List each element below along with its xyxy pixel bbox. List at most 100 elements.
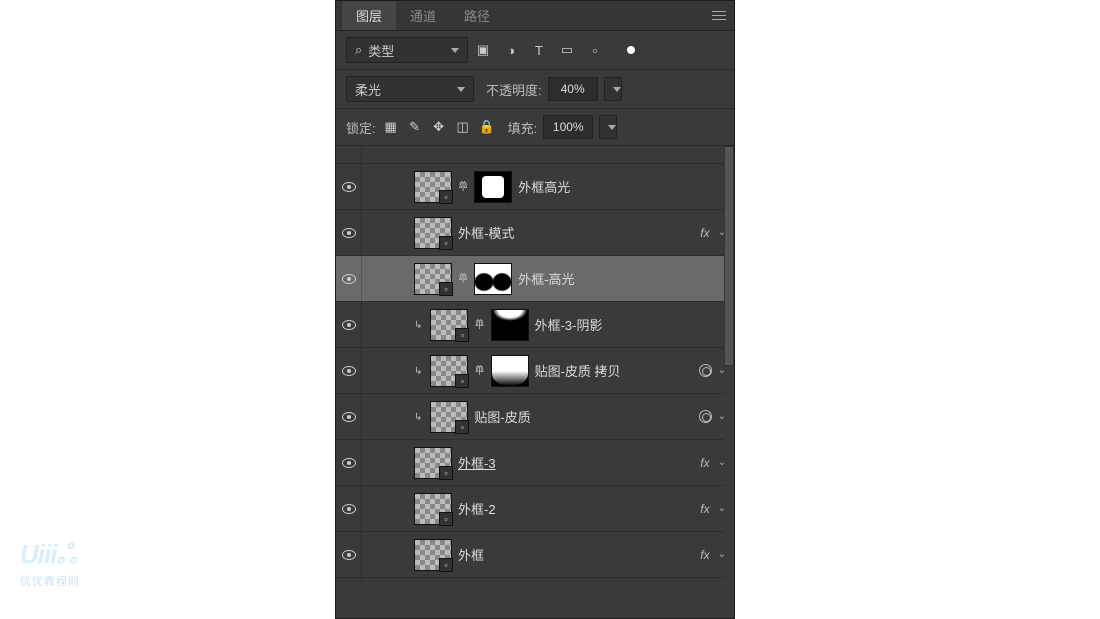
fx-badge[interactable]: fx: [700, 226, 709, 240]
search-icon: ⌕: [355, 42, 362, 58]
smart-filter-icon[interactable]: [699, 410, 712, 423]
smart-object-badge-icon: ▫: [439, 190, 453, 204]
chevron-down-icon: [451, 48, 459, 53]
filter-row: ⌕ 类型 ▣ ◑ T ▭ ▫: [336, 31, 734, 70]
filter-type-icon[interactable]: T: [530, 41, 548, 59]
filter-smart-icon[interactable]: ▫: [586, 41, 604, 59]
visibility-toggle[interactable]: [336, 256, 362, 301]
layer-thumbnail[interactable]: ▫: [430, 355, 468, 387]
smart-object-badge-icon: ▫: [439, 236, 453, 250]
layers-list: ▫𐄷外框高光▫外框-模式fx⌄▫𐄷外框-高光↳▫𐄷外框-3-阴影↳▫𐄷贴图-皮质…: [336, 146, 734, 582]
layer-row[interactable]: ↳▫𐄷贴图-皮质 拷贝⌄: [336, 348, 734, 394]
blend-mode-dropdown[interactable]: 柔光: [346, 76, 474, 102]
layer-name[interactable]: 贴图-皮质 拷贝: [535, 361, 693, 380]
layer-thumbnail[interactable]: ▫: [414, 217, 452, 249]
tab-layers[interactable]: 图层: [342, 1, 396, 30]
smart-filter-icon[interactable]: [699, 364, 712, 377]
opacity-caret[interactable]: [604, 77, 622, 101]
layer-thumbnail[interactable]: ▫: [430, 309, 468, 341]
scrollbar-thumb[interactable]: [724, 146, 734, 366]
layer-name[interactable]: 外框-3-阴影: [535, 315, 730, 334]
lock-all-icon[interactable]: 🔒: [478, 118, 496, 136]
visibility-toggle[interactable]: [336, 210, 362, 255]
visibility-toggle[interactable]: [336, 164, 362, 209]
filter-toggle-icon[interactable]: [622, 41, 640, 59]
clip-arrow-icon: ↳: [414, 366, 422, 377]
watermark: Uiiiஃ 优优教程网: [20, 539, 80, 589]
visibility-toggle[interactable]: [336, 486, 362, 531]
layer-row[interactable]: ▫外框fx⌄: [336, 532, 734, 578]
layer-name[interactable]: 外框高光: [518, 177, 730, 196]
lock-move-icon[interactable]: ✥: [430, 118, 448, 136]
layer-row[interactable]: ▫外框-2fx⌄: [336, 486, 734, 532]
filter-shape-icon[interactable]: ▭: [558, 41, 576, 59]
panel-tabs: 图层 通道 路径: [336, 1, 734, 31]
visibility-toggle[interactable]: [336, 348, 362, 393]
filter-type-label: 类型: [368, 41, 394, 60]
layer-mask-thumbnail[interactable]: [491, 355, 529, 387]
layer-name[interactable]: 外框-高光: [518, 269, 730, 288]
filter-adjust-icon[interactable]: ◑: [502, 41, 520, 59]
smart-object-badge-icon: ▫: [455, 374, 469, 388]
lock-row: 锁定: ▦ ✎ ✥ ◫ 🔒 填充: 100%: [336, 109, 734, 146]
layer-row[interactable]: ▫外框-3fx⌄: [336, 440, 734, 486]
visibility-toggle[interactable]: [336, 578, 362, 582]
layer-mask-thumbnail[interactable]: [474, 171, 512, 203]
layer-thumbnail[interactable]: ▫: [414, 493, 452, 525]
visibility-toggle[interactable]: [336, 440, 362, 485]
visibility-toggle[interactable]: [336, 394, 362, 439]
layer-row-partial-bottom[interactable]: [336, 578, 734, 582]
smart-object-badge-icon: ▫: [455, 420, 469, 434]
clip-arrow-icon: ↳: [414, 412, 422, 423]
fill-label: 填充:: [508, 118, 538, 137]
layer-row[interactable]: ▫ 𐄷 外框-高光: [336, 256, 734, 302]
tab-paths[interactable]: 路径: [450, 1, 504, 30]
layers-scrollbar[interactable]: [724, 146, 734, 582]
layer-thumbnail[interactable]: ▫: [414, 539, 452, 571]
lock-pixels-icon[interactable]: ▦: [382, 118, 400, 136]
visibility-toggle[interactable]: [336, 302, 362, 347]
visibility-toggle[interactable]: [336, 532, 362, 577]
visibility-toggle[interactable]: [336, 146, 362, 163]
layer-row[interactable]: ↳ ▫ 𐄷 外框-3-阴影: [336, 302, 734, 348]
layer-mask-thumbnail[interactable]: [491, 309, 529, 341]
lock-crop-icon[interactable]: ◫: [454, 118, 472, 136]
link-icon[interactable]: 𐄷: [458, 270, 468, 287]
blend-mode-value: 柔光: [355, 80, 381, 99]
layer-name[interactable]: 外框-3: [458, 453, 694, 472]
layer-thumbnail[interactable]: ▫: [430, 401, 468, 433]
fx-badge[interactable]: fx: [700, 456, 709, 470]
eye-icon: [342, 550, 356, 560]
filter-image-icon[interactable]: ▣: [474, 41, 492, 59]
layer-name[interactable]: 外框: [458, 545, 694, 564]
layer-thumbnail[interactable]: ▫: [414, 171, 452, 203]
watermark-logo: Uiiiஃ: [20, 539, 80, 573]
filter-type-dropdown[interactable]: ⌕ 类型: [346, 37, 468, 63]
lock-brush-icon[interactable]: ✎: [406, 118, 424, 136]
layers-panel: 图层 通道 路径 ⌕ 类型 ▣ ◑ T ▭ ▫ 柔光 不透明度: 40%: [335, 0, 735, 619]
layer-mask-thumbnail[interactable]: [474, 263, 512, 295]
layer-row[interactable]: ▫ 𐄷 外框高光: [336, 164, 734, 210]
eye-icon: [342, 182, 356, 192]
link-icon[interactable]: 𐄷: [474, 362, 484, 379]
link-icon[interactable]: 𐄷: [458, 178, 468, 195]
clip-arrow-icon: ↳: [414, 320, 422, 331]
layer-thumbnail[interactable]: ▫: [414, 263, 452, 295]
tab-channels[interactable]: 通道: [396, 1, 450, 30]
layer-row[interactable]: ▫外框-模式fx⌄: [336, 210, 734, 256]
smart-object-badge-icon: ▫: [455, 328, 469, 342]
link-icon[interactable]: 𐄷: [474, 316, 484, 333]
fill-caret[interactable]: [599, 115, 617, 139]
layer-name[interactable]: 外框-2: [458, 499, 694, 518]
fx-badge[interactable]: fx: [700, 502, 709, 516]
panel-menu-icon[interactable]: [710, 11, 728, 20]
opacity-value[interactable]: 40%: [548, 77, 598, 101]
fill-value[interactable]: 100%: [543, 115, 593, 139]
layer-name[interactable]: 外框-模式: [458, 223, 694, 242]
layer-row-partial-top[interactable]: [336, 146, 734, 164]
eye-icon: [342, 228, 356, 238]
layer-thumbnail[interactable]: ▫: [414, 447, 452, 479]
layer-row[interactable]: ↳▫贴图-皮质⌄: [336, 394, 734, 440]
layer-name[interactable]: 贴图-皮质: [474, 407, 692, 426]
fx-badge[interactable]: fx: [700, 548, 709, 562]
